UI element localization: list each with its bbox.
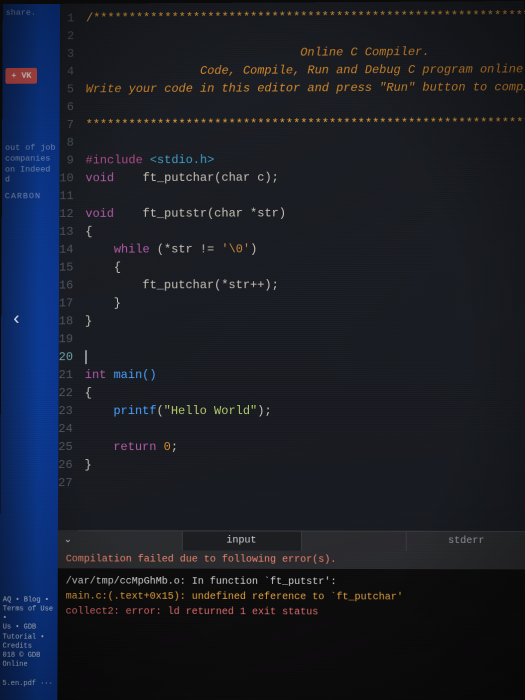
line-number: 23 bbox=[58, 402, 72, 420]
code-editor[interactable]: 1234567891011121314151617181920212223242… bbox=[58, 1, 525, 531]
compilation-error-bar: Compilation failed due to following erro… bbox=[58, 550, 525, 569]
side-line: out of job bbox=[5, 143, 56, 154]
console-line: main.c:(.text+0x15): undefined reference… bbox=[66, 589, 519, 605]
code-line bbox=[84, 474, 525, 493]
code-line: while (*str != '\0') bbox=[85, 239, 525, 258]
line-number: 15 bbox=[59, 259, 73, 277]
line-number: 22 bbox=[58, 384, 72, 402]
tab-stderr[interactable]: stderr bbox=[406, 531, 525, 551]
line-number: 8 bbox=[59, 134, 73, 152]
tab-bar: ⌄ input stderr bbox=[58, 530, 525, 551]
line-number: 4 bbox=[60, 63, 74, 81]
code-line: Code, Compile, Run and Debug C program o… bbox=[86, 60, 525, 80]
code-line bbox=[85, 330, 525, 349]
line-number: 5 bbox=[60, 81, 74, 99]
code-line: /***************************************… bbox=[86, 7, 525, 28]
code-line bbox=[86, 24, 525, 45]
code-line: } bbox=[85, 456, 525, 474]
line-number: 9 bbox=[59, 152, 73, 170]
screen: share. + VK out of job companies on Inde… bbox=[0, 1, 525, 700]
chevron-left-icon[interactable]: ‹ bbox=[11, 310, 22, 330]
side-line: on Indeed bbox=[5, 164, 56, 175]
code-line bbox=[85, 348, 525, 366]
line-number: 13 bbox=[59, 223, 73, 241]
text-cursor bbox=[86, 350, 87, 364]
side-line: companies bbox=[5, 154, 56, 165]
console-output[interactable]: /var/tmp/ccMpGhMb.o: In function `ft_put… bbox=[57, 568, 525, 700]
line-number: 25 bbox=[58, 438, 72, 456]
line-number: 16 bbox=[59, 277, 73, 295]
line-number: 1 bbox=[60, 10, 74, 28]
code-line: int main() bbox=[85, 366, 525, 384]
line-number: 3 bbox=[60, 45, 74, 63]
line-number: 27 bbox=[58, 474, 72, 492]
line-number: 20 bbox=[59, 348, 73, 366]
code-content[interactable]: /***************************************… bbox=[78, 1, 525, 531]
line-number: 12 bbox=[59, 205, 73, 223]
footer-link[interactable]: AQ • Blog • Terms of Use • bbox=[3, 596, 55, 624]
code-line: } bbox=[85, 312, 525, 331]
code-line: } bbox=[85, 294, 525, 313]
carbon-logo: CARBON bbox=[5, 191, 57, 202]
code-line: return 0; bbox=[85, 438, 525, 456]
line-number: 2 bbox=[60, 27, 74, 45]
line-number: 14 bbox=[59, 241, 73, 259]
console-line: /var/tmp/ccMpGhMb.o: In function `ft_put… bbox=[66, 574, 519, 590]
code-line: ft_putchar(*str++); bbox=[85, 276, 525, 295]
code-line bbox=[85, 420, 525, 438]
line-number: 6 bbox=[60, 98, 74, 116]
vk-button[interactable]: + VK bbox=[5, 68, 37, 85]
line-number: 18 bbox=[59, 312, 73, 330]
line-number: 10 bbox=[59, 169, 73, 187]
pdf-tab[interactable]: 5.en.pdf ··· bbox=[2, 680, 54, 689]
line-gutter: 1234567891011121314151617181920212223242… bbox=[58, 4, 80, 531]
code-line: printf("Hello World"); bbox=[85, 402, 525, 420]
side-line: d bbox=[5, 175, 57, 186]
line-number: 21 bbox=[59, 366, 73, 384]
line-number: 26 bbox=[58, 456, 72, 474]
chevron-down-icon[interactable]: ⌄ bbox=[58, 530, 78, 550]
console-line: collect2: error: ld returned 1 exit stat… bbox=[66, 605, 520, 621]
code-line: #include <stdio.h> bbox=[86, 150, 525, 170]
footer-link[interactable]: Us • GDB Tutorial • Credits bbox=[3, 624, 55, 652]
code-line: void ft_putchar(char c); bbox=[85, 168, 525, 188]
code-line: { bbox=[85, 221, 525, 240]
code-line bbox=[86, 132, 525, 152]
line-number: 24 bbox=[58, 420, 72, 438]
code-line bbox=[85, 186, 525, 205]
line-number: 19 bbox=[59, 330, 73, 348]
line-number: 7 bbox=[60, 116, 74, 134]
tab-input[interactable]: input bbox=[181, 530, 301, 550]
footer-copyright: 018 © GDB Online bbox=[2, 651, 54, 670]
code-line: { bbox=[85, 384, 525, 402]
code-line: void ft_putstr(char *str) bbox=[85, 204, 525, 223]
code-line: { bbox=[85, 257, 525, 276]
left-sidebar: share. + VK out of job companies on Inde… bbox=[0, 4, 60, 700]
line-number: 11 bbox=[59, 187, 73, 205]
line-number: 17 bbox=[59, 294, 73, 312]
code-line: Write your code in this editor and press… bbox=[86, 78, 525, 98]
code-line bbox=[86, 96, 525, 116]
output-panel: ⌄ input stderr Compilation failed due to… bbox=[57, 530, 525, 700]
code-line: ****************************************… bbox=[86, 114, 525, 134]
share-label: share. bbox=[6, 8, 57, 19]
code-line: Online C Compiler. bbox=[86, 42, 525, 62]
